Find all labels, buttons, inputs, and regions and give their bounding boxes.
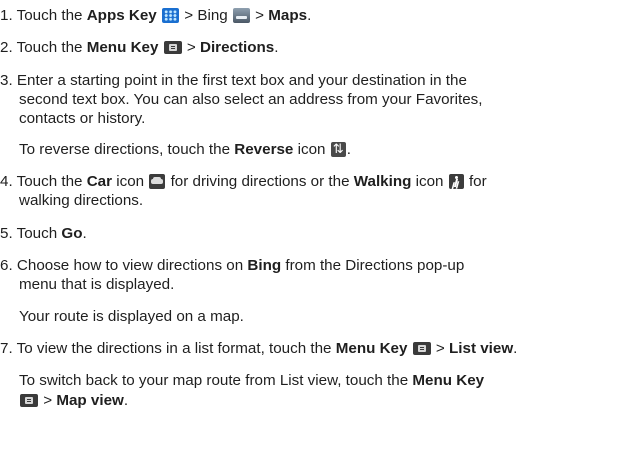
step-text: Touch	[16, 225, 62, 242]
bing-icon	[232, 8, 250, 23]
step-text: >	[250, 7, 269, 24]
step-4-line-2: walking directions.	[19, 191, 143, 210]
step-text: for driving directions or the	[166, 173, 354, 190]
step-7-note: To switch back to your map route from Li…	[19, 371, 484, 390]
note-text: .	[123, 392, 129, 409]
step-6-line-2: menu that is displayed.	[19, 275, 174, 294]
step-number: 6.	[0, 257, 13, 274]
step-text: menu that is displayed.	[19, 276, 175, 293]
step-6: 6. Choose how to view directions on Bing…	[0, 256, 464, 275]
step-3-line-3: contacts or history.	[19, 109, 145, 128]
reverse-label: Reverse	[234, 141, 294, 158]
step-number: 5.	[0, 225, 13, 242]
step-text: Touch the	[16, 39, 87, 56]
step-7: 7. To view the directions in a list form…	[0, 339, 517, 358]
step-number: 4.	[0, 173, 13, 190]
step-text: for	[464, 173, 487, 190]
note-text: >	[39, 392, 57, 409]
step-text: >	[431, 340, 449, 357]
menu-key-label: Menu Key	[335, 340, 408, 357]
note-text: Your route is displayed on a map.	[19, 308, 244, 325]
menu-key-icon	[412, 342, 431, 355]
note-text: icon	[293, 141, 330, 158]
go-label: Go	[61, 225, 83, 242]
map-view-label: Map view	[56, 392, 124, 409]
step-text: Touch the	[16, 173, 87, 190]
step-text: .	[307, 7, 312, 24]
step-5: 5. Touch Go.	[0, 224, 87, 243]
step-text: .	[274, 39, 279, 56]
menu-key-icon	[20, 394, 38, 407]
step-4: 4. Touch the Car icon for driving direct…	[0, 172, 487, 191]
note-text: To switch back to your map route from Li…	[19, 372, 413, 389]
step-text: Choose how to view directions on	[16, 257, 248, 274]
step-3-note: To reverse directions, touch the Reverse…	[19, 140, 351, 159]
step-text: icon	[411, 173, 448, 190]
step-text: .	[513, 340, 518, 357]
step-number: 3.	[0, 72, 13, 89]
walking-label: Walking	[353, 173, 412, 190]
step-number: 7.	[0, 340, 13, 357]
car-label: Car	[86, 173, 113, 190]
maps-label: Maps	[268, 7, 308, 24]
car-icon	[149, 174, 166, 189]
note-text: To reverse directions, touch the	[19, 141, 235, 158]
step-text: .	[82, 225, 87, 242]
list-view-label: List view	[449, 340, 514, 357]
step-7-note-line-2: > Map view.	[19, 391, 128, 410]
step-number: 1.	[0, 7, 13, 24]
step-text: Touch the	[16, 7, 87, 24]
reverse-icon	[330, 140, 346, 159]
bing-label: Bing	[247, 257, 282, 274]
step-text: Enter a starting point in the first text…	[16, 72, 467, 89]
step-3: 3. Enter a starting point in the first t…	[0, 71, 467, 90]
menu-key-label: Menu Key	[86, 39, 159, 56]
step-text: from the Directions pop-up	[281, 257, 465, 274]
directions-label: Directions	[199, 39, 275, 56]
menu-key-label: Menu Key	[412, 372, 485, 389]
step-6-note: Your route is displayed on a map.	[19, 307, 244, 326]
apps-key-icon	[162, 8, 179, 23]
step-text: icon	[112, 173, 149, 190]
step-2: 2. Touch the Menu Key > Directions.	[0, 38, 279, 57]
menu-key-icon	[163, 41, 182, 54]
apps-key-label: Apps Key	[86, 7, 157, 24]
bing-label: Bing	[197, 7, 228, 24]
step-3-line-2: second text box. You can also select an …	[19, 90, 482, 109]
step-text: >	[180, 7, 198, 24]
walking-icon	[448, 174, 464, 189]
step-text: walking directions.	[19, 192, 144, 209]
step-text: second text box. You can also select an …	[19, 91, 483, 108]
step-text: contacts or history.	[19, 110, 146, 127]
note-text: .	[346, 141, 351, 158]
step-text: To view the directions in a list format,…	[16, 340, 336, 357]
step-text: >	[182, 39, 200, 56]
step-1: 1. Touch the Apps Key > Bing > Maps.	[0, 6, 311, 25]
instructions-page: 1. Touch the Apps Key > Bing > Maps. 2. …	[0, 0, 637, 458]
step-number: 2.	[0, 39, 13, 56]
